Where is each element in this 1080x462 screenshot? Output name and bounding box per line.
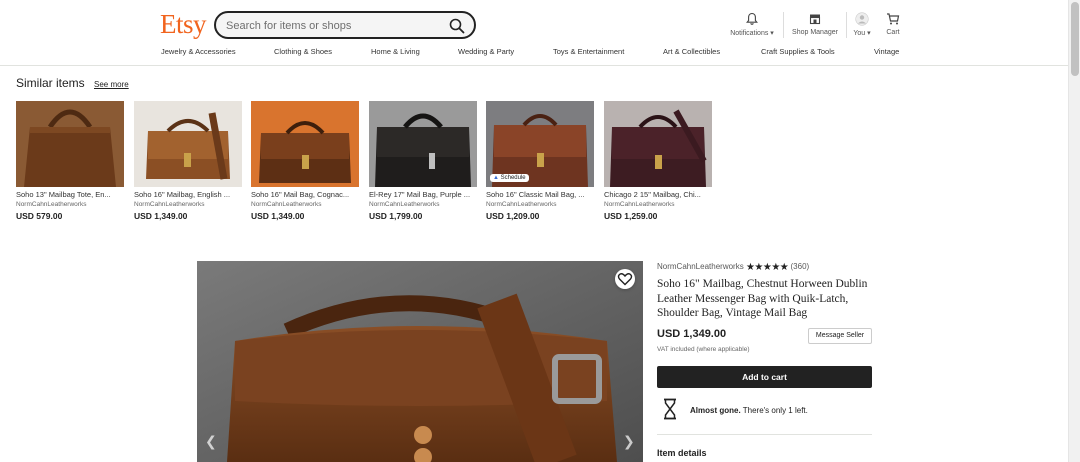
see-more-link[interactable]: See more — [94, 80, 129, 89]
item-shop: NormCahnLeatherworks — [251, 201, 322, 208]
category-link[interactable]: Vintage — [874, 47, 899, 56]
similar-item-card[interactable]: El-Rey 17" Mail Bag, Purple ... NormCahn… — [369, 101, 477, 221]
message-seller-button[interactable]: Message Seller — [808, 328, 872, 344]
item-shop: NormCahnLeatherworks — [134, 201, 205, 208]
product-thumbnail[interactable] — [134, 101, 242, 187]
search-input[interactable] — [226, 17, 441, 34]
product-title: Soho 16" Mailbag, Chestnut Horween Dubli… — [657, 278, 868, 319]
category-link[interactable]: Craft Supplies & Tools — [761, 47, 835, 56]
main-product-image[interactable]: ❮ ❯ — [197, 261, 643, 462]
schedule-badge[interactable]: ▲ Schedule — [490, 174, 529, 182]
similar-item-card[interactable]: Soho 16" Mail Bag, Cognac... NormCahnLea… — [251, 101, 359, 221]
item-title[interactable]: Soho 16" Classic Mail Bag, ... — [486, 190, 594, 199]
shop-icon — [809, 14, 821, 25]
similar-items-heading: Similar items — [16, 76, 85, 90]
you-menu-button[interactable]: You ▾ — [850, 12, 874, 37]
stock-notice-text: There's only 1 left. — [740, 406, 808, 415]
category-link[interactable]: Toys & Entertainment — [553, 47, 624, 56]
item-price: USD 1,349.00 — [251, 211, 305, 221]
category-link[interactable]: Art & Collectibles — [663, 47, 720, 56]
item-shop: NormCahnLeatherworks — [486, 201, 557, 208]
cart-icon — [887, 13, 900, 25]
item-price: USD 1,349.00 — [134, 211, 188, 221]
product-thumbnail[interactable] — [369, 101, 477, 187]
category-link[interactable]: Wedding & Party — [458, 47, 514, 56]
page-scrollbar[interactable] — [1068, 0, 1080, 462]
item-title[interactable]: Soho 16" Mailbag, English ... — [134, 190, 242, 199]
favorite-button[interactable] — [615, 269, 635, 289]
hourglass-icon — [664, 398, 676, 420]
similar-item-card[interactable]: ▲ Schedule Soho 16" Classic Mail Bag, ..… — [486, 101, 594, 221]
stock-notice: Almost gone. There's only 1 left. — [690, 406, 808, 415]
heart-icon — [617, 273, 633, 286]
item-details-heading[interactable]: Item details — [657, 448, 707, 458]
item-title[interactable]: Soho 13" Mailbag Tote, En... — [16, 190, 124, 199]
item-price: USD 1,259.00 — [604, 211, 658, 221]
chevron-left-icon[interactable]: ❮ — [205, 433, 217, 450]
item-price: USD 1,209.00 — [486, 211, 540, 221]
chevron-right-icon[interactable]: ❯ — [623, 433, 635, 450]
item-title[interactable]: Soho 16" Mail Bag, Cognac... — [251, 190, 359, 199]
similar-item-card[interactable]: Soho 16" Mailbag, English ... NormCahnLe… — [134, 101, 242, 221]
shop-name-link[interactable]: NormCahnLeatherworks — [657, 262, 744, 271]
product-thumbnail[interactable]: ▲ Schedule — [486, 101, 594, 187]
header-separator — [846, 12, 847, 38]
item-shop: NormCahnLeatherworks — [16, 201, 87, 208]
review-count[interactable]: (360) — [791, 262, 810, 271]
item-shop: NormCahnLeatherworks — [604, 201, 675, 208]
stock-notice-bold: Almost gone. — [690, 406, 741, 415]
you-label: You ▾ — [853, 30, 871, 37]
etsy-logo[interactable]: Etsy — [160, 9, 207, 40]
product-thumbnail[interactable] — [16, 101, 124, 187]
site-header: Etsy Notifications ▾ Shop Manager You ▾ — [0, 0, 1068, 66]
notifications-label: Notifications ▾ — [730, 30, 774, 37]
schedule-icon: ▲ — [493, 175, 499, 181]
category-link[interactable]: Clothing & Shoes — [274, 47, 332, 56]
cart-label: Cart — [886, 29, 900, 36]
rating-stars: ★★★★★ — [745, 262, 789, 273]
category-link[interactable]: Jewelry & Accessories — [161, 47, 236, 56]
search-icon[interactable] — [449, 18, 465, 34]
avatar — [855, 12, 869, 26]
bell-icon — [746, 12, 758, 25]
header-separator — [783, 12, 784, 38]
shop-manager-label: Shop Manager — [792, 29, 838, 36]
shop-manager-button[interactable]: Shop Manager — [789, 12, 841, 36]
item-title[interactable]: El-Rey 17" Mail Bag, Purple ... — [369, 190, 477, 199]
product-thumbnail[interactable] — [251, 101, 359, 187]
item-title[interactable]: Chicago 2 15" Mailbag, Chi... — [604, 190, 712, 199]
item-shop: NormCahnLeatherworks — [369, 201, 440, 208]
product-price: USD 1,349.00 — [657, 328, 727, 340]
category-nav: Jewelry & Accessories Clothing & Shoes H… — [0, 47, 1068, 61]
notifications-button[interactable]: Notifications ▾ — [727, 12, 777, 37]
similar-item-card[interactable]: Chicago 2 15" Mailbag, Chi... NormCahnLe… — [604, 101, 712, 221]
vat-note: VAT included (where applicable) — [657, 346, 750, 353]
item-price: USD 579.00 — [16, 211, 63, 221]
search-bar[interactable] — [214, 11, 476, 39]
similar-item-card[interactable]: Soho 13" Mailbag Tote, En... NormCahnLea… — [16, 101, 124, 221]
cart-button[interactable]: Cart — [882, 12, 904, 36]
shop-rating-line: NormCahnLeatherworks ★★★★★ (360) — [657, 262, 809, 273]
product-thumbnail[interactable] — [604, 101, 712, 187]
add-to-cart-button[interactable]: Add to cart — [657, 366, 872, 388]
scrollbar-thumb[interactable] — [1071, 2, 1079, 76]
schedule-label: Schedule — [500, 175, 526, 181]
category-link[interactable]: Home & Living — [371, 47, 420, 56]
divider — [657, 434, 872, 435]
item-price: USD 1,799.00 — [369, 211, 423, 221]
